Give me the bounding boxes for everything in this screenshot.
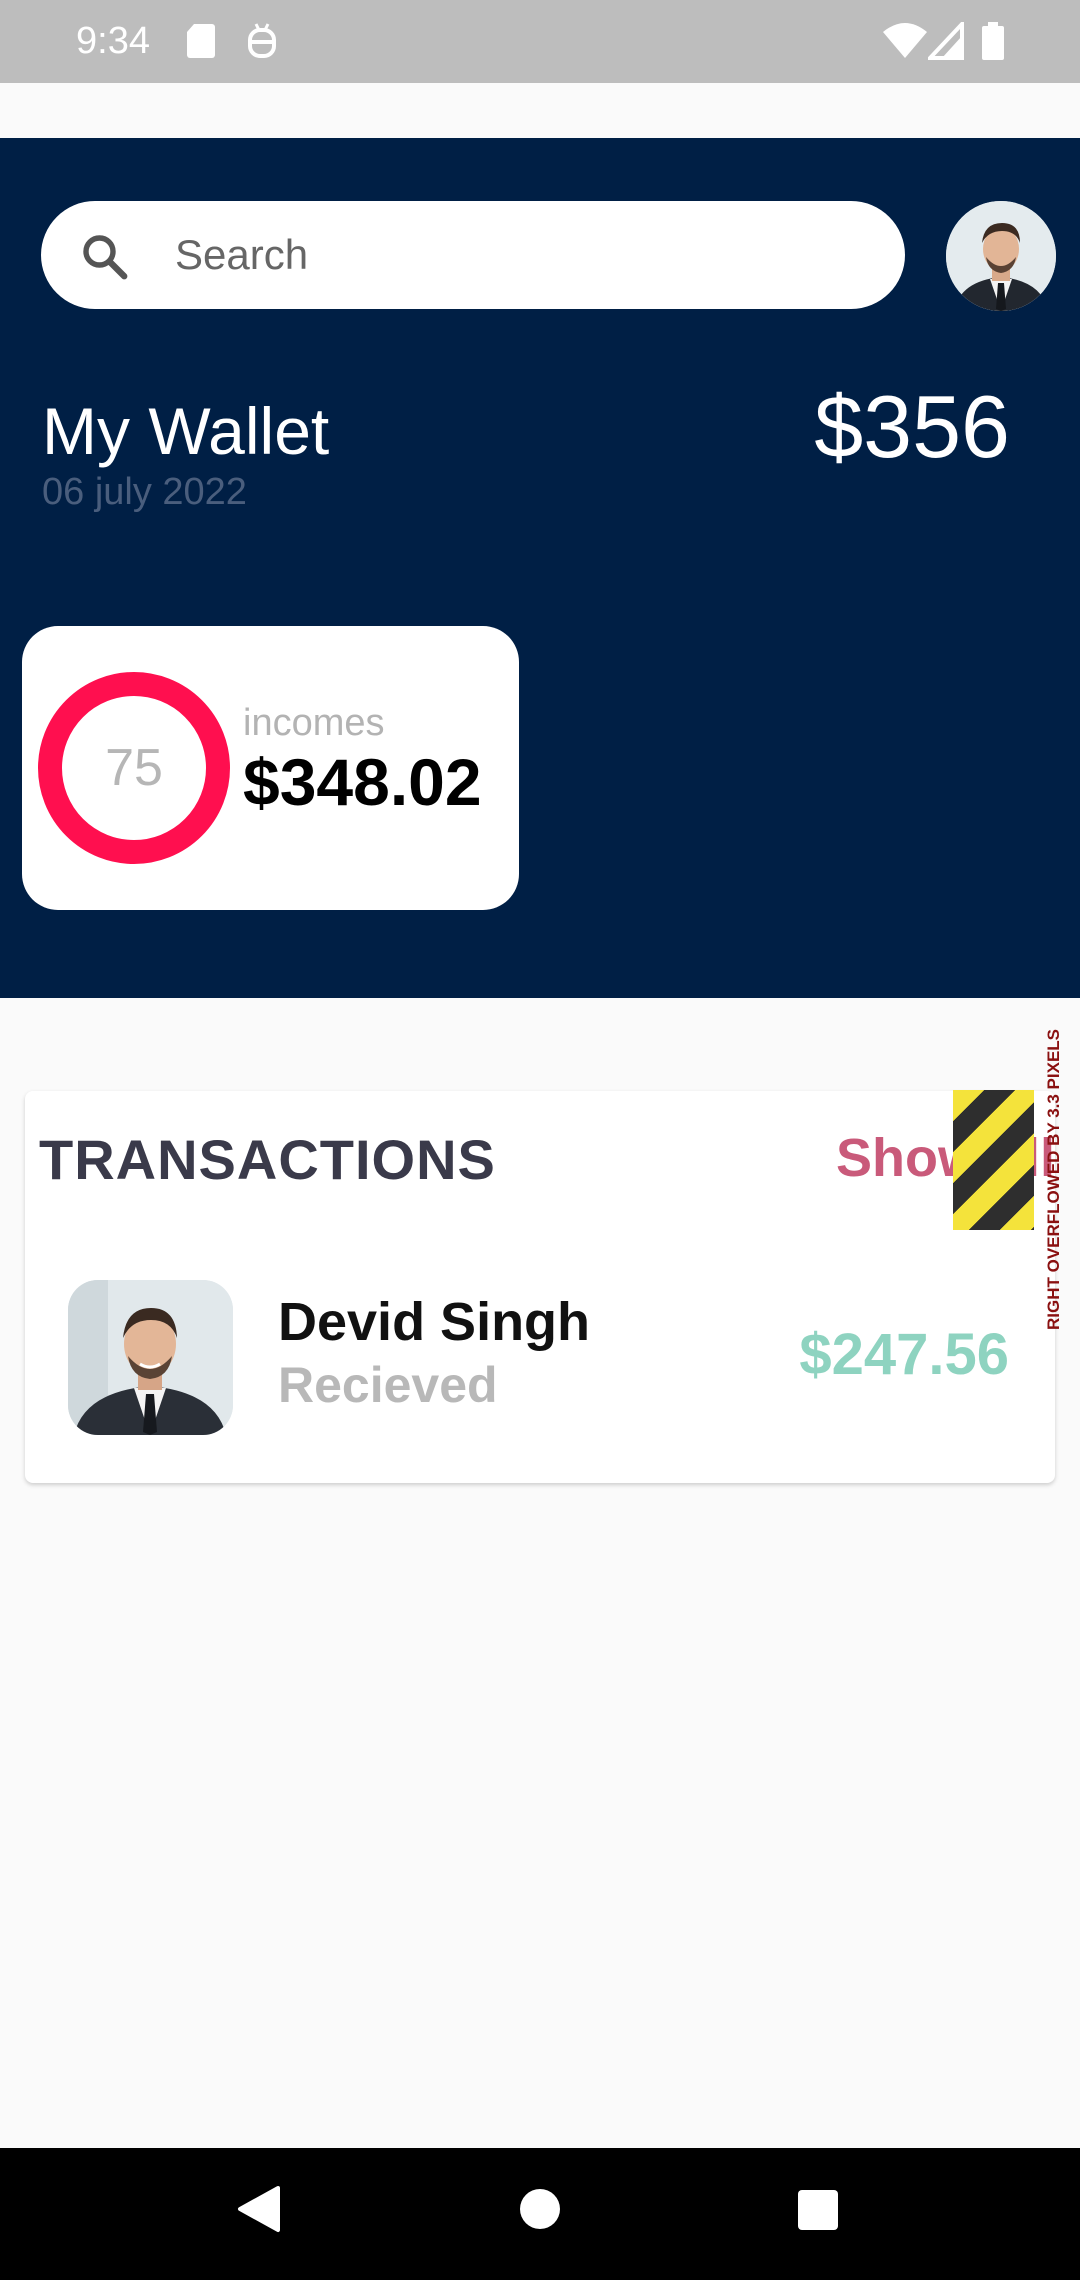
wallet-header: My Wallet 06 july 2022 $356 75 incomes $… bbox=[0, 138, 1080, 998]
status-bar: 9:34 bbox=[0, 0, 1080, 83]
signal-icon bbox=[925, 18, 964, 65]
avatar bbox=[68, 1280, 233, 1435]
income-amount: $348.02 bbox=[243, 745, 482, 819]
search-icon bbox=[77, 229, 131, 288]
wallet-date: 06 july 2022 bbox=[42, 471, 247, 513]
navigation-bar bbox=[0, 2148, 1080, 2280]
battery-icon bbox=[982, 22, 1004, 65]
transaction-status: Recieved bbox=[278, 1357, 498, 1413]
home-icon[interactable] bbox=[519, 2184, 561, 2239]
wifi-icon bbox=[882, 22, 928, 65]
status-time: 9:34 bbox=[76, 20, 150, 62]
overflow-warning-text: RIGHT OVERFLOWED BY 3.3 PIXELS bbox=[1044, 1028, 1063, 1330]
sd-card-icon bbox=[186, 22, 216, 63]
top-spacer bbox=[0, 83, 1080, 138]
search-input[interactable] bbox=[173, 221, 877, 289]
wallet-balance: $356 bbox=[814, 377, 1010, 476]
back-icon[interactable] bbox=[236, 2184, 282, 2239]
income-label: incomes bbox=[243, 702, 385, 744]
transactions-title: TRANSACTIONS bbox=[39, 1128, 496, 1191]
overflow-indicator bbox=[953, 1090, 1034, 1230]
profile-avatar[interactable] bbox=[946, 201, 1056, 311]
wallet-title: My Wallet bbox=[42, 394, 330, 468]
transaction-name: Devid Singh bbox=[278, 1292, 591, 1352]
transactions-card: TRANSACTIONS Show all Devid Singh Reciev… bbox=[25, 1090, 1055, 1483]
debug-icon bbox=[246, 22, 278, 65]
recents-icon[interactable] bbox=[797, 2184, 839, 2239]
search-bar[interactable] bbox=[41, 201, 905, 309]
transaction-amount: $247.56 bbox=[799, 1322, 1009, 1387]
income-ring-value: 75 bbox=[105, 739, 163, 797]
income-card[interactable]: 75 incomes $348.02 bbox=[22, 626, 519, 910]
